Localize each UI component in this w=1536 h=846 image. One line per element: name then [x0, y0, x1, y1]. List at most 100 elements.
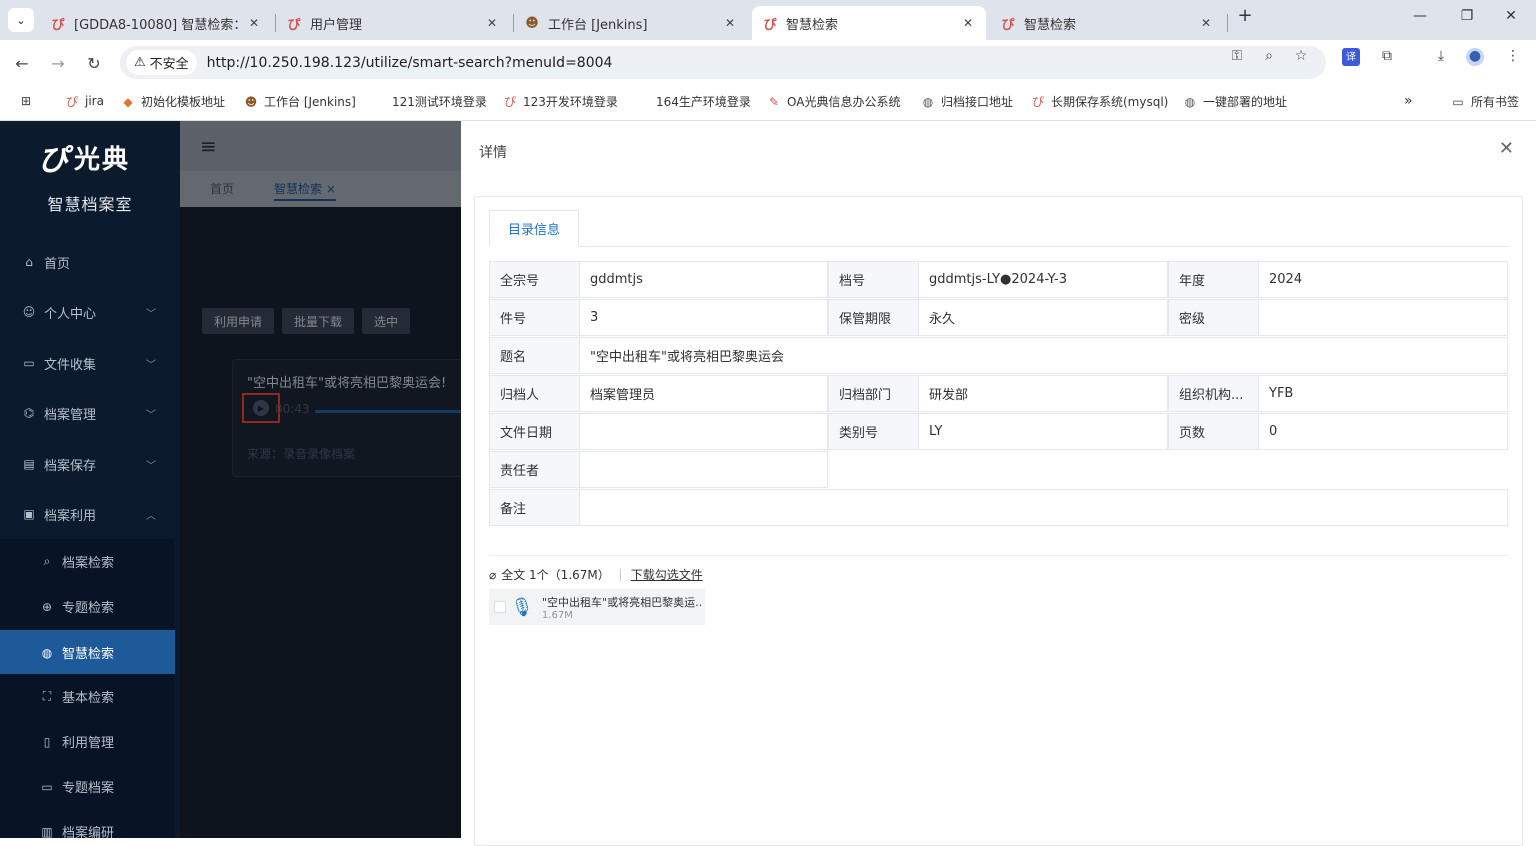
- bookmark-oa[interactable]: ✎ OA光典信息办公系统: [766, 93, 900, 110]
- chevron-up-icon: ︿: [146, 510, 156, 522]
- browser-tab-2[interactable]: ぴ 用户管理 ✕: [276, 6, 510, 40]
- translate-extension-icon[interactable]: 译: [1342, 48, 1360, 66]
- file-name[interactable]: "空中出租车"或将亮相巴黎奥运...: [542, 594, 702, 610]
- field-label: 年度: [1168, 261, 1259, 298]
- tab-search-button[interactable]: ⌄: [8, 8, 34, 32]
- field-label: 保管期限: [828, 299, 919, 336]
- zoom-icon[interactable]: ⌕: [1260, 48, 1278, 66]
- profile-avatar-icon[interactable]: ●: [1466, 48, 1484, 66]
- download-icon[interactable]: ⤓: [1432, 48, 1450, 66]
- tab-title: 工作台 [Jenkins]: [548, 17, 648, 33]
- submenu-topic-search[interactable]: ⊕ 专题检索: [0, 584, 175, 629]
- brand-subtitle: 智慧档案室: [47, 195, 133, 214]
- tab-title: 智慧检索: [786, 17, 839, 33]
- warning-icon: ⚠: [134, 55, 146, 70]
- submenu-basic-search[interactable]: ⛶ 基本检索: [0, 674, 175, 719]
- bookmark-archive-api[interactable]: ◍ 归档接口地址: [920, 93, 1013, 110]
- bank-icon: ⌬: [23, 406, 35, 420]
- field-label: 文件日期: [489, 413, 580, 450]
- close-tab-icon[interactable]: ✕: [1198, 16, 1214, 30]
- browser-tab-5[interactable]: ぴ 智慧检索 ✕: [990, 6, 1224, 40]
- minimize-button[interactable]: —: [1405, 8, 1435, 32]
- close-tab-icon[interactable]: ✕: [246, 16, 262, 30]
- close-tab-icon[interactable]: ✕: [960, 16, 976, 30]
- tab-title: 用户管理: [310, 17, 363, 33]
- bookmark-longterm[interactable]: ぴ长期保存系统(mysql): [1030, 93, 1168, 110]
- site-favicon-icon: ぴ: [503, 95, 516, 109]
- url-text[interactable]: http://10.250.198.123/utilize/smart-sear…: [207, 55, 613, 71]
- security-indicator[interactable]: ⚠ 不安全: [126, 50, 197, 75]
- detail-tabs: 目录信息: [489, 210, 1509, 247]
- site-favicon-icon: ぴ: [287, 17, 301, 33]
- field-value: 档案管理员: [579, 375, 828, 412]
- menu-collect[interactable]: ▭ 文件收集 ﹀: [0, 340, 180, 386]
- book-icon: ▯: [43, 734, 51, 749]
- field-label: 归档部门: [828, 375, 919, 412]
- field-label: 档号: [828, 261, 919, 298]
- tab-title: 智慧检索: [1024, 17, 1077, 33]
- field-value: [579, 451, 828, 488]
- gitlab-icon: ◆: [123, 94, 133, 109]
- attachment-summary: 全文 1个（1.67M）: [501, 568, 610, 582]
- field-value: gddmtjs: [579, 261, 828, 298]
- reload-icon[interactable]: ↻: [81, 50, 107, 76]
- field-label: 全宗号: [489, 261, 580, 298]
- password-key-icon[interactable]: ⚿: [1228, 48, 1246, 66]
- field-label: 归档人: [489, 375, 580, 412]
- bookmark-star-icon[interactable]: ☆: [1292, 48, 1310, 66]
- forward-icon[interactable]: →: [45, 50, 71, 76]
- submenu-smart-search[interactable]: ◍ 智慧检索: [0, 630, 175, 675]
- apps-grid-icon[interactable]: ⊞: [18, 93, 39, 109]
- new-tab-button[interactable]: +: [1230, 5, 1260, 29]
- bookmark-jenkins[interactable]: ☻ 工作台 [Jenkins]: [243, 93, 356, 110]
- address-bar[interactable]: ⚠ 不安全 http://10.250.198.123/utilize/smar…: [120, 46, 1326, 79]
- field-value: 永久: [918, 299, 1168, 336]
- security-label: 不安全: [149, 57, 189, 72]
- menu-personal[interactable]: ☺ 个人中心 ﹀: [0, 289, 180, 335]
- submenu-compile[interactable]: ▥ 档案编研: [0, 809, 175, 838]
- submenu-utilize-manage[interactable]: ▯ 利用管理: [0, 719, 175, 764]
- field-label: 组织机构...: [1168, 375, 1259, 412]
- bookmark-121[interactable]: 121测试环境登录: [392, 93, 487, 110]
- attachment-file[interactable]: 🎙 "空中出租车"或将亮相巴黎奥运... 1.67M: [489, 589, 705, 625]
- close-tab-icon[interactable]: ✕: [722, 16, 738, 30]
- field-value: gddmtjs-LY●2024-Y-3: [918, 261, 1168, 298]
- bookmark-template[interactable]: ◆ 初始化模板地址: [120, 93, 225, 110]
- attachment-header: ⌀ 全文 1个（1.67M） 下载勾选文件: [489, 566, 703, 583]
- restore-button[interactable]: ❐: [1452, 8, 1482, 32]
- chevron-down-icon: ﹀: [146, 409, 156, 421]
- tab-catalog-info[interactable]: 目录信息: [489, 210, 580, 247]
- field-label: 题名: [489, 337, 580, 374]
- field-value: [579, 489, 1508, 526]
- window-close-button[interactable]: ✕: [1496, 8, 1526, 32]
- sidebar: ぴ光典 智慧档案室 ⌂ 首页 ☺ 个人中心 ﹀ ▭ 文件收集 ﹀ ⌬ 档案管理 ﹀ ▤ 档案保存…: [0, 121, 180, 838]
- browser-tab-1[interactable]: ぴ [GDDA8-10080] 智慧检索：电 ✕: [40, 6, 272, 40]
- download-selected-link[interactable]: 下载勾选文件: [631, 566, 703, 583]
- submenu-archive-search[interactable]: ⌕ 档案检索: [0, 539, 175, 584]
- menu-utilize[interactable]: ▣ 档案利用 ︿: [0, 491, 180, 537]
- extensions-icon[interactable]: ⧉: [1378, 48, 1396, 66]
- submenu-topic-archive[interactable]: ▭ 专题档案: [0, 764, 175, 809]
- bookmark-deploy[interactable]: ◍ 一键部署的地址: [1182, 93, 1287, 110]
- menu-home[interactable]: ⌂ 首页: [0, 239, 180, 285]
- bookmark-123[interactable]: ぴ 123开发环境登录: [502, 93, 618, 110]
- menu-kebab-icon[interactable]: ⋮: [1504, 48, 1522, 66]
- bookmark-folder[interactable]: ▭ 所有书签: [1450, 93, 1519, 110]
- bookmark-jira[interactable]: ぴ jira: [64, 93, 104, 109]
- menu-manage[interactable]: ⌬ 档案管理 ﹀: [0, 390, 180, 436]
- file-checkbox[interactable]: [494, 601, 506, 613]
- globe-icon: ◍: [1184, 94, 1196, 109]
- close-icon[interactable]: ✕: [1499, 138, 1514, 159]
- doc-icon: ▣: [23, 507, 35, 521]
- field-label: 页数: [1168, 413, 1259, 450]
- more-bookmarks-icon[interactable]: »: [1404, 93, 1413, 109]
- user-icon: ☺: [22, 305, 36, 319]
- browser-tab-3[interactable]: ☻ 工作台 [Jenkins] ✕: [514, 6, 748, 40]
- back-icon[interactable]: ←: [9, 50, 35, 76]
- menu-preserve[interactable]: ▤ 档案保存 ﹀: [0, 441, 180, 487]
- site-favicon-icon: ぴ: [51, 17, 65, 33]
- browser-tab-4[interactable]: ぴ 智慧检索 ✕: [752, 6, 986, 40]
- folder-icon: ▭: [23, 356, 35, 370]
- close-tab-icon[interactable]: ✕: [484, 16, 500, 30]
- bookmark-164[interactable]: 164生产环境登录: [656, 93, 751, 110]
